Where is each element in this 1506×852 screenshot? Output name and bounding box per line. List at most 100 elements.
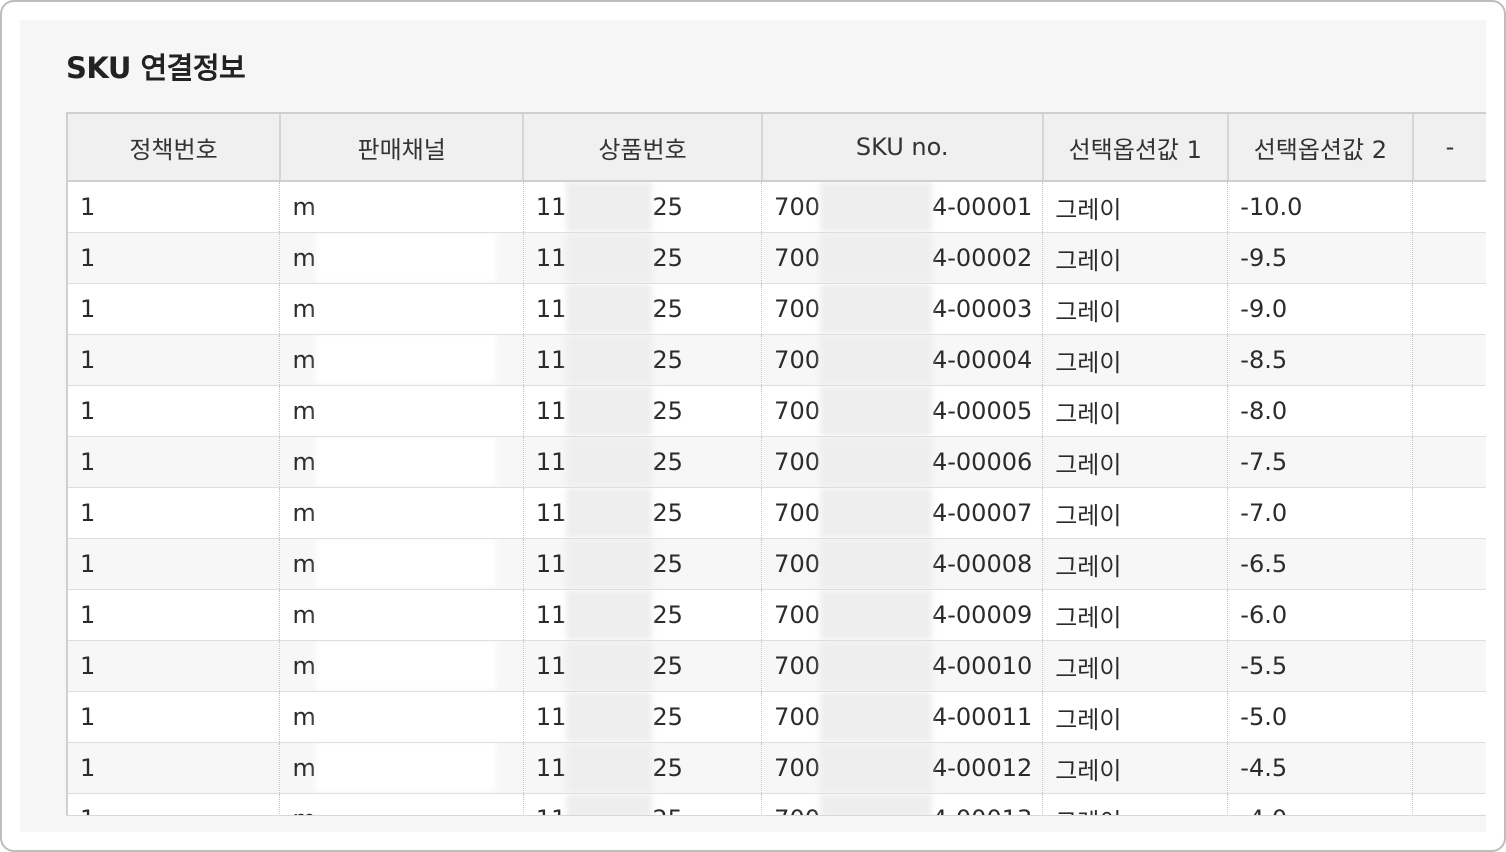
cell-sales-channel[interactable]: m — [279, 538, 524, 590]
cell-sku-no[interactable]: 700 4-00008 — [761, 538, 1044, 590]
cell-next[interactable] — [1412, 436, 1486, 488]
cell-sku-no[interactable]: 700 4-00002 — [761, 232, 1044, 284]
cell-sku-no[interactable]: 700 4-00003 — [761, 283, 1044, 335]
column-header-policy-no[interactable]: 정책번호 — [68, 114, 281, 182]
cell-option-value-1[interactable]: 그레이 — [1042, 283, 1229, 335]
table-row[interactable]: 1 m 11 25 700 4-00006 그레이 -7.5 — [68, 436, 1486, 488]
column-header-sku-no[interactable]: SKU no. — [761, 114, 1044, 182]
cell-option-value-2[interactable]: -6.5 — [1227, 538, 1414, 590]
cell-option-value-1[interactable]: 그레이 — [1042, 691, 1229, 743]
cell-policy-no[interactable]: 1 — [68, 283, 281, 335]
cell-option-value-1[interactable]: 그레이 — [1042, 436, 1229, 488]
cell-policy-no[interactable]: 1 — [68, 232, 281, 284]
cell-sales-channel[interactable]: m — [279, 181, 524, 233]
cell-next[interactable] — [1412, 232, 1486, 284]
table-row[interactable]: 1 m 11 25 700 4-00012 그레이 -4.5 — [68, 742, 1486, 794]
cell-product-no[interactable]: 1125 — [523, 589, 763, 641]
cell-sales-channel[interactable]: m — [279, 589, 524, 641]
cell-product-no[interactable]: 1125 — [523, 283, 763, 335]
cell-product-no[interactable]: 1125 — [523, 181, 763, 233]
column-header-next[interactable]: - — [1412, 114, 1486, 182]
cell-sales-channel[interactable]: m — [279, 232, 524, 284]
cell-option-value-2[interactable]: -10.0 — [1227, 181, 1414, 233]
cell-option-value-2[interactable]: -6.0 — [1227, 589, 1414, 641]
cell-sku-no[interactable]: 700 4-00007 — [761, 487, 1044, 539]
table-row[interactable]: 1 m 11 25 700 4-00003 그레이 -9.0 — [68, 283, 1486, 335]
cell-policy-no[interactable]: 1 — [68, 538, 281, 590]
cell-next[interactable] — [1412, 538, 1486, 590]
table-row[interactable]: 1 m 11 25 700 4-00009 그레이 -6.0 — [68, 589, 1486, 641]
cell-option-value-1[interactable]: 그레이 — [1042, 232, 1229, 284]
column-header-sales-channel[interactable]: 판매채널 — [279, 114, 525, 182]
cell-policy-no[interactable]: 1 — [68, 334, 281, 386]
cell-sales-channel[interactable]: m — [279, 742, 524, 794]
cell-next[interactable] — [1412, 640, 1486, 692]
cell-product-no[interactable]: 1125 — [523, 334, 763, 386]
cell-next[interactable] — [1412, 385, 1486, 437]
cell-policy-no[interactable]: 1 — [68, 640, 281, 692]
cell-sku-no[interactable]: 700 4-00004 — [761, 334, 1044, 386]
cell-sales-channel[interactable]: m — [279, 640, 524, 692]
cell-product-no[interactable]: 1125 — [523, 538, 763, 590]
cell-product-no[interactable]: 1125 — [523, 436, 763, 488]
cell-policy-no[interactable]: 1 — [68, 742, 281, 794]
cell-sku-no[interactable]: 700 4-00006 — [761, 436, 1044, 488]
cell-option-value-1[interactable]: 그레이 — [1042, 742, 1229, 794]
cell-product-no[interactable]: 1125 — [523, 742, 763, 794]
cell-option-value-2[interactable]: -7.0 — [1227, 487, 1414, 539]
cell-next[interactable] — [1412, 181, 1486, 233]
cell-option-value-1[interactable]: 그레이 — [1042, 334, 1229, 386]
cell-policy-no[interactable]: 1 — [68, 385, 281, 437]
table-row[interactable]: 1 m 11 25 700 4-00011 그레이 -5.0 — [68, 691, 1486, 743]
table-row[interactable]: 1 m 11 25 700 4-00008 그레이 -6.5 — [68, 538, 1486, 590]
cell-option-value-1[interactable]: 그레이 — [1042, 385, 1229, 437]
cell-option-value-2[interactable]: -4.5 — [1227, 742, 1414, 794]
cell-sku-no[interactable]: 700 4-00010 — [761, 640, 1044, 692]
cell-product-no[interactable]: 1125 — [523, 487, 763, 539]
horizontal-scrollbar[interactable] — [66, 815, 1486, 832]
cell-product-no[interactable]: 1125 — [523, 385, 763, 437]
column-header-product-no[interactable]: 상품번호 — [523, 114, 763, 182]
cell-sales-channel[interactable]: m — [279, 436, 524, 488]
cell-option-value-2[interactable]: -8.0 — [1227, 385, 1414, 437]
cell-option-value-1[interactable]: 그레이 — [1042, 640, 1229, 692]
cell-next[interactable] — [1412, 334, 1486, 386]
cell-policy-no[interactable]: 1 — [68, 181, 281, 233]
cell-option-value-2[interactable]: -7.5 — [1227, 436, 1414, 488]
cell-sales-channel[interactable]: m — [279, 487, 524, 539]
cell-policy-no[interactable]: 1 — [68, 487, 281, 539]
cell-policy-no[interactable]: 1 — [68, 691, 281, 743]
cell-sales-channel[interactable]: m — [279, 283, 524, 335]
cell-sales-channel[interactable]: m — [279, 334, 524, 386]
cell-next[interactable] — [1412, 487, 1486, 539]
cell-sku-no[interactable]: 700 4-00001 — [761, 181, 1044, 233]
table-row[interactable]: 1 m 11 25 700 4-00002 그레이 -9.5 — [68, 232, 1486, 284]
cell-sales-channel[interactable]: m — [279, 385, 524, 437]
cell-next[interactable] — [1412, 283, 1486, 335]
cell-option-value-2[interactable]: -9.0 — [1227, 283, 1414, 335]
table-row[interactable]: 1 m 11 25 700 4-00005 그레이 -8.0 — [68, 385, 1486, 437]
cell-next[interactable] — [1412, 589, 1486, 641]
cell-sales-channel[interactable]: m — [279, 691, 524, 743]
cell-option-value-1[interactable]: 그레이 — [1042, 487, 1229, 539]
column-header-option-value-2[interactable]: 선택옵션값 2 — [1227, 114, 1414, 182]
sku-grid[interactable]: 정책번호 판매채널 상품번호 SKU no. 선택옵션값 1 선택옵션값 2 -… — [66, 112, 1486, 832]
cell-option-value-1[interactable]: 그레이 — [1042, 589, 1229, 641]
cell-policy-no[interactable]: 1 — [68, 436, 281, 488]
cell-option-value-2[interactable]: -5.0 — [1227, 691, 1414, 743]
cell-option-value-1[interactable]: 그레이 — [1042, 181, 1229, 233]
cell-product-no[interactable]: 1125 — [523, 640, 763, 692]
table-row[interactable]: 1 m 11 25 700 4-00010 그레이 -5.5 — [68, 640, 1486, 692]
cell-product-no[interactable]: 1125 — [523, 691, 763, 743]
table-row[interactable]: 1 m 11 25 700 4-00004 그레이 -8.5 — [68, 334, 1486, 386]
cell-sku-no[interactable]: 700 4-00012 — [761, 742, 1044, 794]
table-row[interactable]: 1 m 11 25 700 4-00001 그레이 -10.0 — [68, 181, 1486, 233]
column-header-option-value-1[interactable]: 선택옵션값 1 — [1042, 114, 1229, 182]
cell-option-value-2[interactable]: -5.5 — [1227, 640, 1414, 692]
cell-product-no[interactable]: 1125 — [523, 232, 763, 284]
cell-sku-no[interactable]: 700 4-00009 — [761, 589, 1044, 641]
table-row[interactable]: 1 m 11 25 700 4-00007 그레이 -7.0 — [68, 487, 1486, 539]
cell-next[interactable] — [1412, 691, 1486, 743]
cell-next[interactable] — [1412, 742, 1486, 794]
cell-policy-no[interactable]: 1 — [68, 589, 281, 641]
